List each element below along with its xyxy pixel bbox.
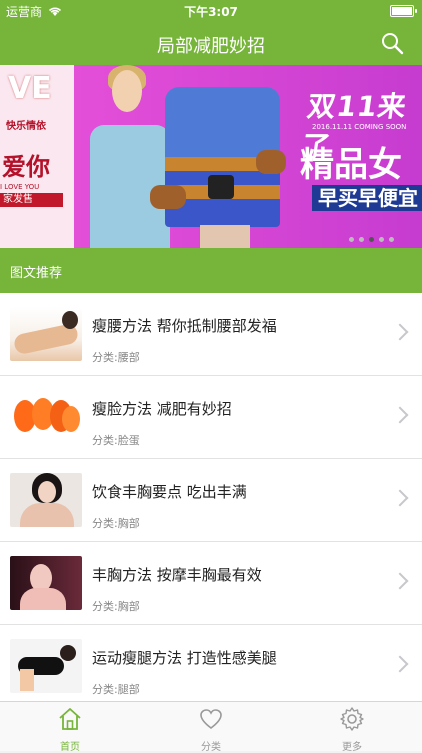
banner-left-love: 爱你 (2, 153, 50, 181)
chevron-right-icon (391, 406, 409, 424)
gear-icon (340, 707, 364, 731)
page-title: 局部减肥妙招 (157, 36, 265, 57)
article-title: 瘦腰方法 帮你抵制腰部发福 (92, 317, 277, 335)
tab-more-label: 更多 (342, 742, 362, 753)
banner-left-large-text: VE (8, 71, 52, 106)
article-thumbnail (10, 390, 82, 444)
page-dot[interactable] (379, 237, 384, 242)
article-category: 分类:腰部 (92, 351, 140, 364)
home-icon (59, 708, 81, 730)
list-item[interactable]: 瘦腰方法 帮你抵制腰部发福 分类:腰部 (0, 293, 422, 376)
banner-left-tag: 快乐情依 (6, 121, 46, 132)
list-item[interactable]: 饮食丰胸要点 吃出丰满 分类:胸部 (0, 459, 422, 542)
page-dot[interactable] (389, 237, 394, 242)
tab-category[interactable]: 分类 (141, 706, 281, 753)
model-legs (200, 225, 250, 248)
article-category: 分类:胸部 (92, 517, 140, 530)
article-title: 瘦脸方法 减肥有妙招 (92, 400, 232, 418)
article-category: 分类:腿部 (92, 683, 140, 696)
section-title: 图文推荐 (10, 266, 63, 281)
status-bar: 运营商 下午3:07 (0, 0, 422, 20)
banner-page-indicator[interactable] (349, 237, 394, 242)
article-thumbnail (10, 556, 82, 610)
tab-category-label: 分类 (201, 742, 221, 753)
page-dot[interactable] (349, 237, 354, 242)
banner-cta: 早买早便宜 (312, 185, 422, 211)
article-category: 分类:胸部 (92, 600, 140, 613)
article-thumbnail (10, 473, 82, 527)
banner-left-sub: I LOVE YOU (0, 183, 40, 191)
tab-more[interactable]: 更多 (282, 706, 422, 753)
section-header: 图文推荐 (0, 248, 422, 293)
tab-bar: 首页 分类 更多 (0, 701, 422, 753)
promo-banner[interactable]: VE 快乐情依 爱你 I LOVE YOU 家发售 双11来了 2016.11.… (0, 65, 422, 248)
tab-home-label: 首页 (60, 742, 80, 753)
article-thumbnail (10, 307, 82, 361)
article-title: 饮食丰胸要点 吃出丰满 (92, 483, 247, 501)
banner-headline-sub: 2016.11.11 COMING SOON (312, 123, 407, 131)
banner-left-panel: VE 快乐情依 爱你 I LOVE YOU 家发售 (0, 65, 74, 248)
status-time: 下午3:07 (184, 5, 238, 19)
nav-bar: 局部减肥妙招 (0, 20, 422, 65)
fur-cuff-right (256, 150, 286, 174)
article-title: 丰胸方法 按摩丰胸最有效 (92, 566, 262, 584)
tab-home[interactable]: 首页 (0, 706, 140, 753)
search-icon[interactable] (380, 31, 404, 55)
page-dot[interactable] (369, 237, 374, 242)
banner-left-strip: 家发售 (0, 193, 63, 207)
chevron-right-icon (391, 655, 409, 673)
battery-icon (390, 5, 417, 17)
article-list: 瘦腰方法 帮你抵制腰部发福 分类:腰部 瘦脸方法 减肥有妙招 分类:脸蛋 饮食丰… (0, 293, 422, 707)
model-face (112, 70, 142, 112)
article-thumbnail (10, 639, 82, 693)
list-item[interactable]: 瘦脸方法 减肥有妙招 分类:脸蛋 (0, 376, 422, 459)
page-dot[interactable] (359, 237, 364, 242)
heart-icon (200, 709, 222, 730)
article-title: 运动瘦腿方法 打造性感美腿 (92, 649, 277, 667)
chevron-right-icon (391, 323, 409, 341)
banner-highlight: 精品女 (300, 145, 402, 185)
list-item[interactable]: 运动瘦腿方法 打造性感美腿 分类:腿部 (0, 625, 422, 707)
list-item[interactable]: 丰胸方法 按摩丰胸最有效 分类:胸部 (0, 542, 422, 625)
article-category: 分类:脸蛋 (92, 434, 140, 447)
fur-cuff (150, 185, 186, 209)
handbag (208, 175, 234, 199)
chevron-right-icon (391, 489, 409, 507)
chevron-right-icon (391, 572, 409, 590)
